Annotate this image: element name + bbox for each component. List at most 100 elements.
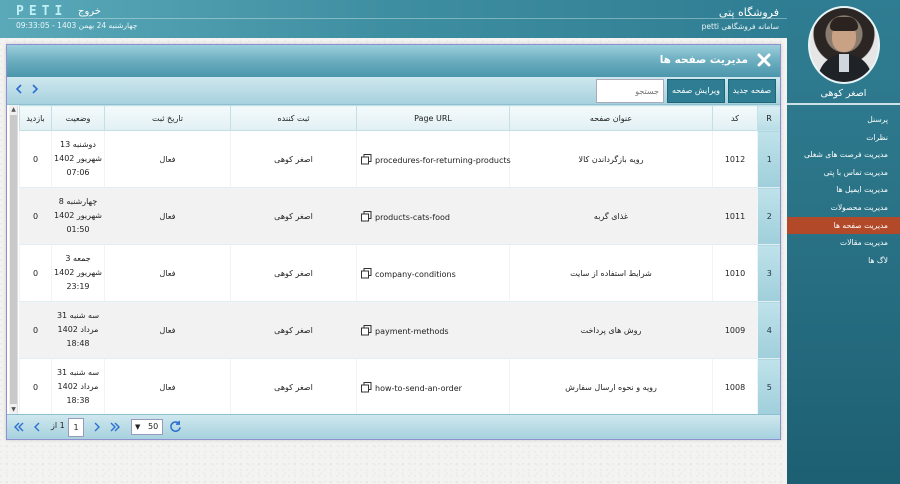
column-header-reg-date[interactable]: تاریخ ثبت (104, 105, 231, 131)
page-size-select[interactable]: ▼ 50 (131, 419, 163, 435)
table-header-row: R کد عنوان صفحه Page URL ثبت کننده تاریخ… (19, 105, 780, 131)
table-row[interactable]: 1 1012 رویه بازگرداندن کالا procedures-for-… (19, 130, 780, 188)
pages-panel: مدیریت صفحه ها ویرایش صفحه صفحه جدید ▲ ▼… (6, 44, 781, 440)
logo: PETI (16, 4, 68, 19)
column-header-title[interactable]: عنوان صفحه (509, 105, 713, 131)
table-body: 1 1012 رویه بازگرداندن کالا procedures-for-… (19, 130, 780, 414)
sidebar-item-personnel[interactable]: پرسنل (787, 111, 900, 129)
username: اصغر کوهی (820, 88, 867, 99)
status-line: چهارشنبه 8 (58, 197, 98, 206)
edit-page-button[interactable]: ویرایش صفحه (667, 79, 725, 103)
sidebar-item-comments[interactable]: نظرات (787, 129, 900, 147)
refresh-icon[interactable] (169, 420, 182, 433)
sidebar-item-articles[interactable]: مدیریت مقالات (787, 234, 900, 252)
table-row[interactable]: 2 1011 غذای گربه products-cats-food اصغر کوه… (19, 187, 780, 245)
sidebar-item-emails[interactable]: مدیریت ایمیل ها (787, 181, 900, 199)
page-number-input[interactable]: 1 (68, 418, 84, 437)
scrollbar-thumb[interactable] (10, 115, 17, 404)
registrar: اصغر کوهی (230, 130, 357, 188)
row-number: 2 (757, 187, 780, 245)
status-line: جمعه 3 (65, 254, 91, 263)
search-input[interactable] (596, 79, 664, 103)
table-row[interactable]: 3 1010 شرایط استفاده از سایت company-condit… (19, 244, 780, 302)
page-title: رویه بازگرداندن کالا (509, 130, 713, 188)
visit-count: 0 (19, 301, 52, 359)
sidebar-item-jobs[interactable]: مدیریت فرصت های شغلی (787, 146, 900, 164)
new-page-button[interactable]: صفحه جدید (728, 79, 776, 103)
page-code: 1011 (712, 187, 758, 245)
registration-date: فعال (104, 358, 231, 414)
registrar: اصغر کوهی (230, 301, 357, 359)
column-header-status[interactable]: وضعیت (51, 105, 105, 131)
copy-icon[interactable] (361, 381, 372, 393)
page-title: غذای گربه (509, 187, 713, 245)
sidebar: اصغر کوهی پرسنل نظرات مدیریت فرصت های شغ… (787, 0, 900, 484)
registrar: اصغر کوهی (230, 244, 357, 302)
column-header-url[interactable]: Page URL (356, 105, 510, 131)
page-code: 1012 (712, 130, 758, 188)
status-line: مرداد 1402 (57, 325, 99, 334)
column-header-visits[interactable]: بازدید (19, 105, 52, 131)
row-number: 1 (757, 130, 780, 188)
status: چهارشنبه 8 شهریور 1402 01:50 (51, 187, 105, 245)
registrar: اصغر کوهی (230, 358, 357, 414)
visit-count: 0 (19, 130, 52, 188)
vertical-scrollbar[interactable]: ▲ ▼ (9, 105, 18, 414)
page-url: how-to-send-an-order (356, 358, 510, 414)
table-row[interactable]: 4 1009 روش های پرداخت payment-methods اصغر ک… (19, 301, 780, 359)
visit-count: 0 (19, 244, 52, 302)
sidebar-item-pages[interactable]: مدیریت صفحه ها (787, 216, 900, 235)
page-url-text: how-to-send-an-order (375, 383, 462, 393)
logout-link[interactable]: خروج (78, 6, 101, 17)
last-page-icon[interactable] (109, 421, 121, 433)
page-url: company-conditions (356, 244, 510, 302)
page-url: products-cats-food (356, 187, 510, 245)
column-header-registrar[interactable]: ثبت کننده (230, 105, 357, 131)
close-icon[interactable] (757, 53, 771, 67)
page-code: 1010 (712, 244, 758, 302)
prev-page-icon[interactable] (31, 421, 43, 433)
copy-icon[interactable] (361, 210, 372, 222)
registration-date: فعال (104, 187, 231, 245)
next-page-icon[interactable] (91, 421, 103, 433)
store-subtitle: سامانه فروشگاهی petti (701, 22, 779, 31)
status: سه شنبه 31 مرداد 1402 18:48 (51, 301, 105, 359)
page-code: 1009 (712, 301, 758, 359)
row-number: 3 (757, 244, 780, 302)
first-page-icon[interactable] (13, 421, 25, 433)
sidebar-item-products[interactable]: مدیریت محصولات (787, 199, 900, 217)
status-line: 18:38 (66, 396, 90, 405)
status-line: سه شنبه 31 (56, 311, 100, 320)
current-datetime: چهارشنبه 24 بهمن 1403 - 09:33:05 (16, 21, 138, 30)
sidebar-item-logs[interactable]: لاگ ها (787, 252, 900, 270)
scroll-down-icon[interactable]: ▼ (9, 405, 18, 414)
visit-count: 0 (19, 187, 52, 245)
status-line: شهریور 1402 (54, 268, 102, 277)
status-line: 18:48 (66, 339, 90, 348)
chevron-right-icon[interactable] (29, 83, 41, 95)
table-row[interactable]: 5 1008 رویه و نحوه ارسال سفارش how-to-send-… (19, 358, 780, 414)
status: دوشنبه 13 شهریور 1402 07:06 (51, 130, 105, 188)
registration-date: فعال (104, 244, 231, 302)
chevron-down-icon: ▼ (135, 423, 141, 431)
copy-icon[interactable] (361, 153, 372, 165)
status: سه شنبه 31 مرداد 1402 18:38 (51, 358, 105, 414)
registration-date: فعال (104, 130, 231, 188)
copy-icon[interactable] (361, 267, 372, 279)
page-title: رویه و نحوه ارسال سفارش (509, 358, 713, 414)
header-divider (8, 18, 787, 19)
status-line: سه شنبه 31 (56, 368, 100, 377)
column-header-r[interactable]: R (757, 105, 780, 131)
sidebar-item-contact[interactable]: مدیریت تماس با پتی (787, 164, 900, 182)
column-header-code[interactable]: کد (712, 105, 758, 131)
status-line: شهریور 1402 (54, 211, 102, 220)
page-title: شرایط استفاده از سایت (509, 244, 713, 302)
chevron-left-icon[interactable] (13, 83, 25, 95)
registrar: اصغر کوهی (230, 187, 357, 245)
pages-table: R کد عنوان صفحه Page URL ثبت کننده تاریخ… (19, 105, 780, 414)
copy-icon[interactable] (361, 324, 372, 336)
toolbar: ویرایش صفحه صفحه جدید (7, 77, 780, 105)
row-number: 5 (757, 358, 780, 414)
top-header: فروشگاه پتی سامانه فروشگاهی petti PETI خ… (0, 0, 787, 38)
scroll-up-icon[interactable]: ▲ (9, 105, 18, 114)
